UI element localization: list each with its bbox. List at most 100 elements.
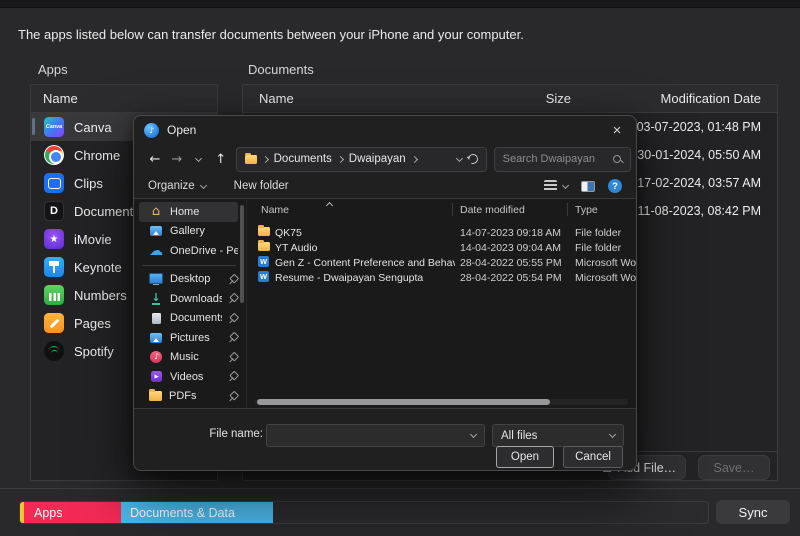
selection-accent-bar [32,118,35,135]
breadcrumb-item-dwaipayan[interactable]: Dwaipayan [349,153,406,165]
close-icon[interactable]: × [598,116,636,144]
details-view-icon [544,180,557,192]
folder-icon [149,391,162,401]
apps-panel-header: Name [31,85,217,113]
pin-icon [229,313,238,323]
file-type-select[interactable]: All files [492,424,624,447]
window-top-strip [0,0,800,8]
folder-icon [245,155,257,164]
app-note-icon [144,123,159,138]
breadcrumb[interactable]: Documents Dwaipayan [236,147,487,172]
sidebar-item-pdfs[interactable]: PDFs [139,387,238,407]
apps-name-column-header: Name [43,91,78,106]
file-date-column-header[interactable]: Date modified [460,204,525,216]
recent-locations-chevron-icon[interactable] [188,147,210,171]
file-name-label: File name: [194,428,263,440]
folder-icon [258,227,270,236]
dialog-navigation-bar: ← → ↑ Documents Dwaipayan [134,144,636,174]
pin-icon [229,294,238,304]
file-name-input[interactable] [267,425,484,446]
sidebar-scrollbar[interactable] [240,205,244,303]
back-arrow-icon[interactable]: ← [144,147,166,171]
pin-icon [229,274,238,284]
file-type-dropdown-chevron-icon [609,431,616,438]
word-document-icon [258,256,269,267]
music-icon [149,351,163,364]
breadcrumb-separator-icon [262,155,269,162]
spotify-app-icon [44,341,64,361]
sidebar-item-documents[interactable]: Documents [139,309,238,329]
address-dropdown-chevron-icon[interactable] [456,154,463,161]
dialog-sidebar: Home Gallery OneDrive - Persor Desktop D… [134,199,246,408]
new-folder-button[interactable]: New folder [234,180,289,192]
horizontal-scrollbar-thumb[interactable] [257,399,550,405]
search-box[interactable] [494,147,631,172]
sidebar-item-music[interactable]: Music [139,348,238,368]
documents-modified-column-header: Modification Date [626,91,761,106]
sidebar-item-videos[interactable]: Videos [139,367,238,387]
file-row-gen-z[interactable]: Gen Z - Content Preference and Behaviour… [247,255,636,270]
file-list-header: Name Date modified Type [247,199,636,219]
imovie-app-icon [44,229,64,249]
keynote-app-icon [44,257,64,277]
open-button[interactable]: Open [496,446,554,468]
file-row-yt-audio[interactable]: YT Audio 14-04-2023 09:04 AM File folder [247,240,636,255]
pin-icon [229,372,238,382]
breadcrumb-item-documents[interactable]: Documents [274,153,332,165]
file-row-resume[interactable]: Resume - Dwaipayan Sengupta 28-04-2022 0… [247,270,636,285]
page-description: The apps listed below can transfer docum… [18,27,524,42]
sidebar-item-home[interactable]: Home [139,202,238,222]
pin-icon [229,352,238,362]
column-separator[interactable] [452,203,453,216]
gallery-icon [149,225,163,238]
preview-pane-icon[interactable] [581,181,595,192]
folder-icon [258,242,270,251]
horizontal-scrollbar[interactable] [255,399,628,405]
file-name-combobox[interactable] [266,424,485,447]
sidebar-item-gallery[interactable]: Gallery [139,222,238,242]
sidebar-item-pictures[interactable]: Pictures [139,328,238,348]
breadcrumb-separator-icon [337,155,344,162]
home-icon [149,205,163,218]
search-input[interactable] [495,148,630,171]
open-file-dialog: Open × ← → ↑ Documents Dwaipayan Organiz… [133,115,637,471]
documents-app-icon [44,201,64,221]
numbers-app-icon [44,285,64,305]
bottom-divider [0,488,800,489]
documents-panel-header: Name Size Modification Date [243,85,777,113]
file-type-column-header[interactable]: Type [575,204,598,216]
canva-app-icon [44,117,64,137]
sort-ascending-icon [326,202,333,209]
help-icon[interactable] [608,179,622,193]
sync-button[interactable]: Sync [716,500,790,524]
file-name-column-header[interactable]: Name [261,204,289,216]
sidebar-item-desktop[interactable]: Desktop [139,270,238,290]
sidebar-separator [142,265,236,266]
sidebar-item-onedrive[interactable]: OneDrive - Persor [139,241,238,261]
storage-segment-documents-data[interactable]: Documents & Data [121,502,273,523]
dialog-titlebar[interactable]: Open × [134,116,636,144]
view-mode-button[interactable] [544,180,568,192]
file-row-qk75[interactable]: QK75 14-07-2023 09:18 AM File folder [247,225,636,240]
documents-section-label: Documents [248,62,314,77]
videos-icon [149,370,163,383]
dialog-content: Home Gallery OneDrive - Persor Desktop D… [134,199,636,408]
up-arrow-icon[interactable]: ↑ [210,147,232,171]
pin-icon [229,333,238,343]
pictures-icon [149,331,163,344]
save-button[interactable]: Save… [698,455,770,480]
clips-app-icon [44,173,64,193]
apps-section-label: Apps [38,62,68,77]
storage-segment-apps[interactable]: Apps [24,502,121,523]
organize-button[interactable]: Organize [148,180,206,192]
dialog-toolbar: Organize New folder [134,174,636,199]
refresh-icon[interactable] [466,152,479,165]
storage-capacity-bar: Apps Documents & Data [19,501,709,524]
column-separator[interactable] [567,203,568,216]
forward-arrow-icon[interactable]: → [166,147,188,171]
sidebar-item-downloads[interactable]: Downloads [139,289,238,309]
onedrive-cloud-icon [149,244,163,257]
downloads-icon [149,292,163,305]
breadcrumb-separator-icon [411,155,418,162]
cancel-button[interactable]: Cancel [563,446,623,468]
